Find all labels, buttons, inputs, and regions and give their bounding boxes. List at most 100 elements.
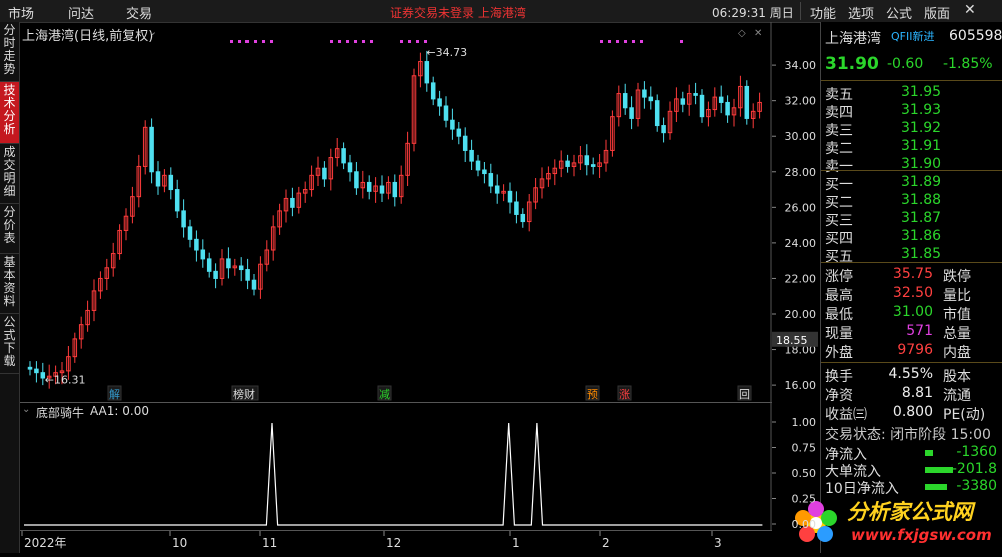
candle (584, 144, 590, 176)
candle (219, 249, 225, 286)
stat2-label: 换手 (825, 369, 853, 385)
tab-formula-download[interactable]: 公式下载 (0, 314, 19, 374)
tab-profile[interactable]: 基本资料 (0, 254, 19, 314)
candle (328, 148, 334, 191)
candle (443, 96, 449, 128)
menu-layout[interactable]: 版面 (924, 3, 950, 22)
login-status[interactable]: 证券交易未登录 上海港湾 (390, 4, 526, 21)
indicator-svg (24, 403, 772, 531)
y-tick-label: 16.00 (785, 379, 817, 392)
candle-body (187, 226, 193, 240)
candle (520, 208, 526, 228)
stat2-row: 收益㈢ 0.800 PE(动) (825, 404, 1002, 423)
candle (546, 166, 551, 187)
y-tick-label: 0.00 (792, 518, 817, 530)
stock-code: 605598 (949, 28, 1002, 44)
candle-body (507, 190, 513, 203)
candle-body (462, 135, 468, 151)
menu-formula[interactable]: 公式 (886, 3, 912, 22)
candle (680, 91, 686, 113)
menu-trade[interactable]: 交易 (126, 3, 152, 22)
buy-level-label: 买二 (825, 195, 853, 211)
stat2-label2: 股本 (943, 369, 971, 385)
signal-dot (600, 40, 603, 43)
signal-dot (245, 40, 248, 43)
close-icon[interactable]: ✕ (964, 2, 976, 18)
signal-dot (400, 40, 403, 43)
candle (731, 98, 737, 127)
candle (334, 138, 340, 167)
event-tag: 预 (585, 385, 600, 401)
candle (475, 154, 481, 177)
candle-body (450, 119, 455, 130)
candle (616, 85, 622, 127)
buy-level-price: 31.85 (901, 246, 942, 262)
event-tag-label: 涨 (619, 388, 630, 401)
event-tag-label: 减 (379, 388, 390, 401)
low-price-label: ←16.31 (45, 374, 86, 387)
buy-level-label: 买五 (825, 249, 853, 265)
indicator-panel[interactable]: ⌄ 底部骑牛 AA1: 0.00 (20, 402, 772, 531)
chevron-down-icon[interactable]: ⌄ (148, 25, 157, 38)
stat-value: 31.00 (892, 304, 933, 320)
divider (800, 2, 801, 20)
candle (430, 76, 436, 106)
signal-dot (330, 40, 333, 43)
sell-level-label: 卖二 (825, 141, 853, 157)
x-tick-label: 3 (714, 536, 722, 550)
candle (162, 169, 167, 193)
stat-label: 最低 (825, 307, 853, 323)
stat2-value: 4.55% (888, 366, 933, 382)
candle (674, 87, 679, 122)
menu-wenda[interactable]: 问达 (68, 3, 94, 22)
stat-label: 最高 (825, 288, 853, 304)
menu-function[interactable]: 功能 (810, 3, 836, 22)
candle (648, 86, 654, 110)
buy-level-label: 买三 (825, 213, 853, 229)
y-tick-label: 24.00 (785, 237, 817, 250)
signal-dot (230, 40, 233, 43)
sell-level-price: 31.93 (901, 102, 942, 118)
candle (136, 154, 142, 208)
candle (187, 219, 193, 248)
candle-body (654, 100, 660, 127)
candle (142, 120, 148, 175)
watermark-logo: 分析家公式网 www.fxjgsw.com (791, 490, 1001, 550)
candle-body (238, 265, 244, 271)
stat2-label2: 流通 (943, 388, 971, 404)
chevron-down-icon[interactable]: ⌄ (22, 404, 30, 415)
candle (462, 127, 468, 162)
candle (501, 184, 506, 202)
signal-dot (262, 40, 265, 43)
event-tag: 涨 (617, 385, 632, 401)
kline-chart[interactable]: ←34.73 ←16.31 解 榜财 减 预 涨 回 ◇ ✕ 上海港湾(日线,前复权) ⌄ (20, 22, 772, 402)
candle-body (245, 269, 250, 281)
menu-options[interactable]: 选项 (848, 3, 874, 22)
event-tag-label: 解 (109, 387, 120, 401)
event-tag-label: 预 (587, 388, 598, 401)
menu-market[interactable]: 市场 (8, 3, 34, 22)
stat-label2: 跌停 (943, 269, 971, 285)
tab-technical[interactable]: 技术分析 (0, 82, 19, 144)
flow-row: 大单流入 -201.8 (825, 461, 1002, 480)
tab-intraday[interactable]: 分时走势 (0, 22, 19, 82)
candle (744, 80, 750, 125)
candle-body (648, 96, 654, 102)
signal-dot (632, 40, 635, 43)
signal-dot (640, 40, 643, 43)
sell-level-price: 31.95 (901, 84, 942, 100)
diamond-icon: ◇ (738, 28, 746, 39)
tab-trade-detail[interactable]: 成交明细 (0, 144, 19, 204)
candle (405, 131, 410, 186)
stat-label2: 市值 (943, 307, 971, 323)
kline-svg[interactable]: ←34.73 ←16.31 解 榜财 减 预 涨 回 ◇ ✕ (20, 22, 772, 402)
candle (130, 186, 135, 224)
candle (168, 167, 174, 200)
candle (232, 258, 238, 276)
tab-price-table[interactable]: 分价表 (0, 204, 19, 254)
candle-body (181, 210, 186, 228)
candle-body (693, 93, 698, 96)
candle (533, 178, 538, 210)
candle (603, 139, 609, 172)
flow-bar (925, 467, 953, 473)
